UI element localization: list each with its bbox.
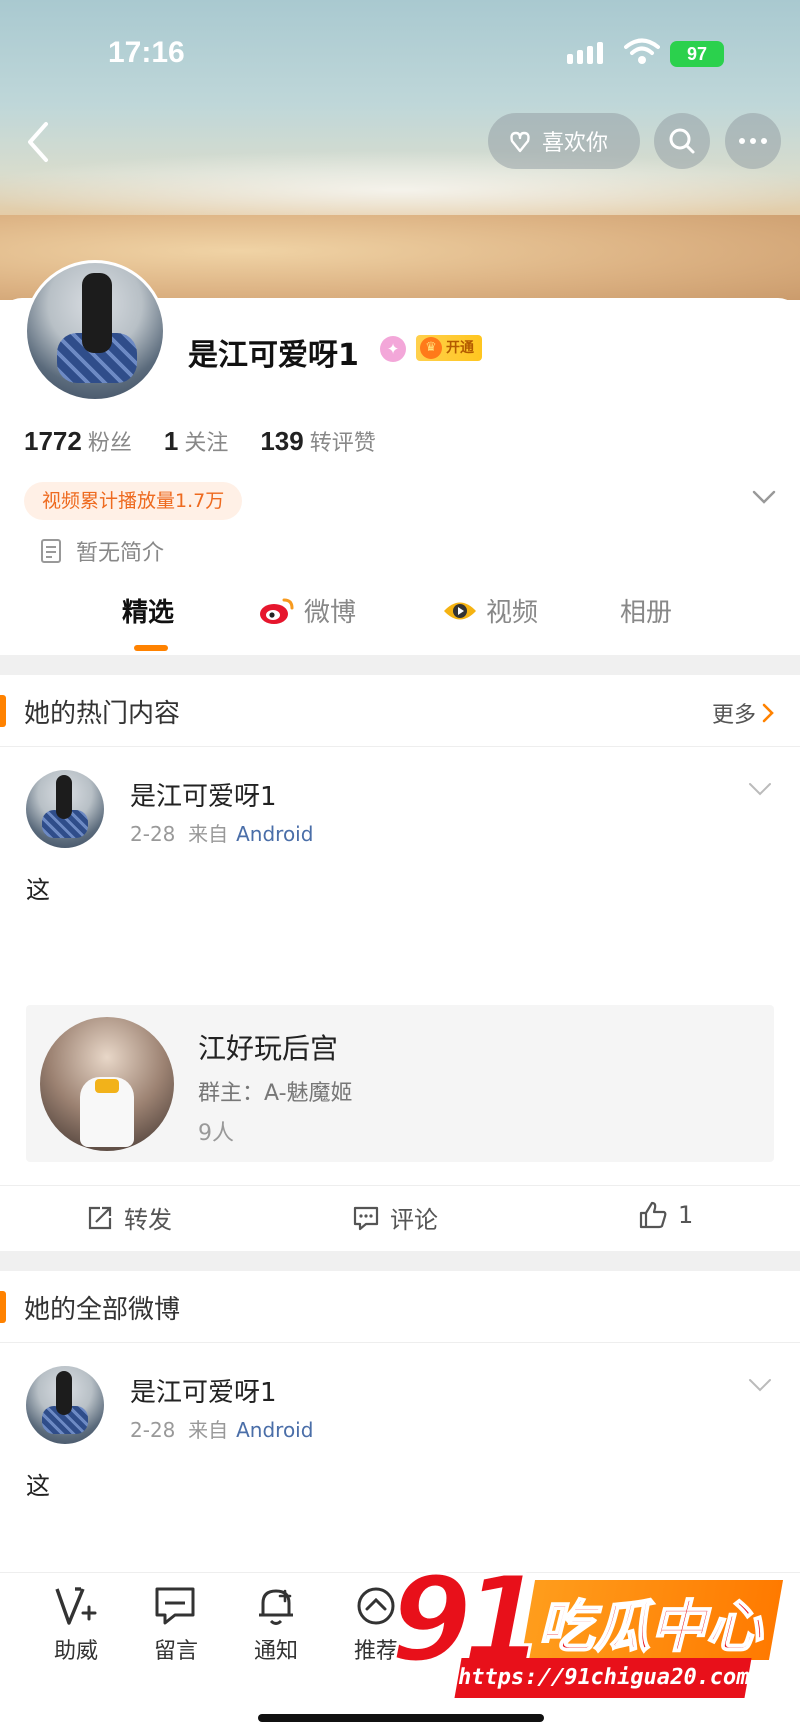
- tab-active-indicator: [134, 645, 168, 651]
- group-member-count: 9人: [198, 1121, 234, 1146]
- post-actions: 转发 评论 1: [0, 1185, 800, 1251]
- stat-following[interactable]: 1 关注: [164, 425, 228, 457]
- tab-video[interactable]: 视频: [442, 592, 538, 629]
- crown-icon: ♛: [420, 337, 442, 359]
- post-meta: 2-28 来自 Android: [130, 1418, 314, 1442]
- document-icon: [41, 539, 61, 563]
- thumbs-up-icon: [639, 1201, 667, 1229]
- share-icon: [88, 1206, 112, 1229]
- watermark: 91 吃瓜中心 https://91chigua20.com: [388, 1559, 784, 1700]
- wifi-icon: [624, 38, 660, 64]
- notify-button[interactable]: 通知: [236, 1585, 316, 1665]
- comment-icon: [353, 1206, 379, 1230]
- like-button[interactable]: 1: [638, 1200, 693, 1230]
- profile-avatar[interactable]: [24, 260, 166, 402]
- search-button[interactable]: [654, 113, 710, 169]
- chevron-down-icon[interactable]: [748, 1378, 772, 1392]
- post-author-name[interactable]: 是江可爱呀1: [130, 1372, 277, 1409]
- post-text: 这: [26, 876, 50, 904]
- vip-label: 开通: [446, 340, 474, 356]
- bio-text: 暂无简介: [76, 541, 165, 566]
- like-you-button[interactable]: 喜欢你: [488, 113, 640, 169]
- post-text: 这: [26, 1472, 50, 1500]
- like-you-label: 喜欢你: [542, 131, 609, 156]
- hand-heart-icon: [510, 131, 530, 153]
- bell-icon: [259, 1589, 293, 1625]
- all-section-header: 她的全部微博: [0, 1271, 800, 1343]
- profile-bio: 暂无简介: [40, 535, 164, 567]
- section-divider: [0, 655, 800, 675]
- more-button[interactable]: [725, 113, 781, 169]
- tab-album[interactable]: 相册: [620, 592, 672, 629]
- tab-weibo[interactable]: 微博: [258, 592, 356, 629]
- cheer-button[interactable]: 助威: [36, 1585, 116, 1665]
- message-icon: [155, 1587, 195, 1625]
- post-author-avatar[interactable]: [26, 1366, 104, 1444]
- more-link[interactable]: 更多: [712, 697, 774, 729]
- battery-indicator: 97: [670, 41, 724, 67]
- section-divider: [0, 1251, 800, 1271]
- watermark-url: https://91chigua20.com: [454, 1658, 752, 1698]
- stat-fans[interactable]: 1772 粉丝: [24, 425, 132, 457]
- hot-section-header: 她的热门内容 更多: [0, 675, 800, 747]
- repost-button[interactable]: 转发: [86, 1200, 172, 1235]
- watermark-text: 吃瓜中心: [537, 1594, 763, 1661]
- latest-post-card[interactable]: 是江可爱呀1 2-28 来自 Android 这: [0, 1344, 800, 1572]
- group-owner: 群主：A-魅魔姬: [198, 1081, 353, 1106]
- stat-interactions[interactable]: 139 转评赞: [260, 425, 375, 457]
- message-button[interactable]: 留言: [136, 1585, 216, 1665]
- search-icon: [669, 128, 695, 154]
- group-name: 江好玩后宫: [198, 1032, 339, 1065]
- all-section-title: 她的全部微博: [24, 1295, 181, 1325]
- more-icon: [739, 138, 767, 144]
- hot-section-title: 她的热门内容: [24, 699, 181, 729]
- home-indicator[interactable]: [258, 1714, 544, 1722]
- status-time: 17:16: [108, 36, 185, 69]
- video-icon: [444, 602, 476, 619]
- chevron-down-icon[interactable]: [748, 782, 772, 796]
- signal-icon: [567, 42, 603, 64]
- chevron-down-icon[interactable]: [752, 490, 776, 504]
- profile-tabs: 精选 微博 视频 相册: [0, 592, 800, 654]
- back-icon[interactable]: [18, 118, 58, 166]
- verify-icon[interactable]: ✦: [380, 336, 406, 362]
- comment-button[interactable]: 评论: [352, 1200, 438, 1235]
- video-play-badge[interactable]: 视频累计播放量1.7万: [24, 482, 243, 520]
- profile-stats: 1772 粉丝 1 关注 139 转评赞: [24, 425, 376, 457]
- group-chat-card[interactable]: 江好玩后宫 群主：A-魅魔姬 9人: [26, 1005, 774, 1162]
- status-bar: 17:16 97: [0, 28, 800, 78]
- group-avatar: [40, 1017, 174, 1151]
- post-meta: 2-28 来自 Android: [130, 822, 314, 846]
- chevron-right-icon: [762, 703, 774, 723]
- cheer-icon: [55, 1587, 97, 1625]
- vip-badge[interactable]: ♛ 开通: [416, 335, 482, 361]
- post-author-name[interactable]: 是江可爱呀1: [130, 776, 277, 813]
- post-author-avatar[interactable]: [26, 770, 104, 848]
- profile-name: 是江可爱呀1: [188, 338, 359, 373]
- tab-featured[interactable]: 精选: [122, 592, 174, 629]
- weibo-icon: [260, 598, 294, 624]
